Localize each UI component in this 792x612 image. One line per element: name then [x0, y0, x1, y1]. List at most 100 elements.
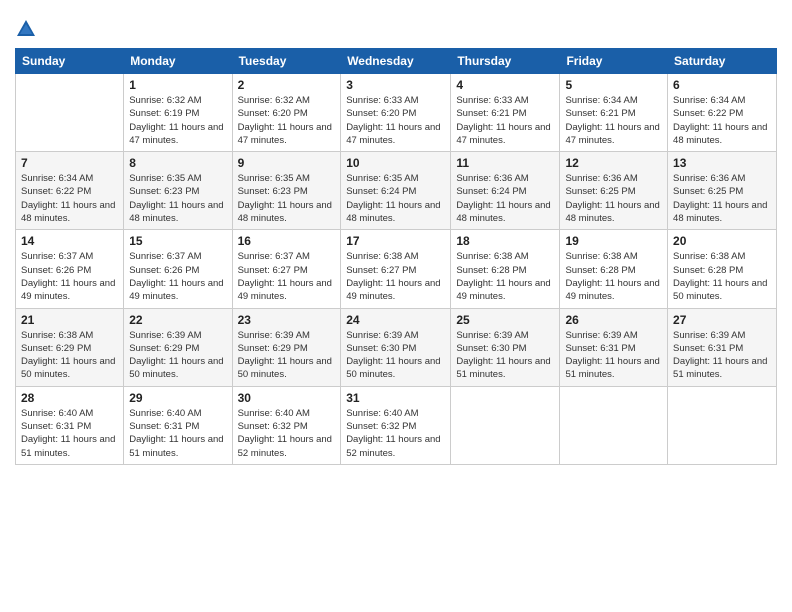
day-detail: Sunrise: 6:35 AMSunset: 6:23 PMDaylight:…: [129, 172, 226, 225]
day-number: 20: [673, 234, 771, 248]
day-number: 27: [673, 313, 771, 327]
day-number: 12: [565, 156, 662, 170]
day-number: 13: [673, 156, 771, 170]
day-number: 30: [238, 391, 336, 405]
calendar-week-row: 21 Sunrise: 6:38 AMSunset: 6:29 PMDayligh…: [16, 308, 777, 386]
day-number: 2: [238, 78, 336, 92]
day-number: 14: [21, 234, 118, 248]
day-detail: Sunrise: 6:38 AMSunset: 6:27 PMDaylight:…: [346, 250, 445, 303]
day-detail: Sunrise: 6:32 AMSunset: 6:19 PMDaylight:…: [129, 94, 226, 147]
calendar-cell: 26Sunrise: 6:39 AMSunset: 6:31 PMDayligh…: [560, 308, 668, 386]
day-number: 3: [346, 78, 445, 92]
calendar-cell: 10 Sunrise: 6:35 AMSunset: 6:24 PMDayligh…: [341, 152, 451, 230]
calendar-cell: 3 Sunrise: 6:33 AMSunset: 6:20 PMDaylight…: [341, 74, 451, 152]
calendar-col-friday: Friday: [560, 49, 668, 74]
day-detail: Sunrise: 6:39 AMSunset: 6:30 PMDaylight:…: [346, 329, 445, 382]
calendar-cell: [16, 74, 124, 152]
day-number: 4: [456, 78, 554, 92]
calendar-cell: 31Sunrise: 6:40 AMSunset: 6:32 PMDayligh…: [341, 386, 451, 464]
day-detail: Sunrise: 6:33 AMSunset: 6:21 PMDaylight:…: [456, 94, 554, 147]
day-number: 1: [129, 78, 226, 92]
calendar-cell: 27 Sunrise: 6:39 AMSunset: 6:31 PMDayligh…: [668, 308, 777, 386]
day-detail: Sunrise: 6:39 AMSunset: 6:30 PMDaylight:…: [456, 329, 554, 382]
calendar-cell: 21 Sunrise: 6:38 AMSunset: 6:29 PMDayligh…: [16, 308, 124, 386]
day-number: 31: [346, 391, 445, 405]
calendar-cell: 15 Sunrise: 6:37 AMSunset: 6:26 PMDayligh…: [124, 230, 232, 308]
day-number: 5: [565, 78, 662, 92]
day-detail: Sunrise: 6:38 AMSunset: 6:29 PMDaylight:…: [21, 329, 118, 382]
day-detail: Sunrise: 6:38 AMSunset: 6:28 PMDaylight:…: [673, 250, 771, 303]
day-number: 29: [129, 391, 226, 405]
day-detail: Sunrise: 6:39 AMSunset: 6:29 PMDaylight:…: [238, 329, 336, 382]
day-detail: Sunrise: 6:40 AMSunset: 6:32 PMDaylight:…: [238, 407, 336, 460]
calendar-header-row: SundayMondayTuesdayWednesdayThursdayFrid…: [16, 49, 777, 74]
calendar-cell: [560, 386, 668, 464]
day-number: 28: [21, 391, 118, 405]
day-detail: Sunrise: 6:34 AMSunset: 6:22 PMDaylight:…: [21, 172, 118, 225]
day-detail: Sunrise: 6:37 AMSunset: 6:27 PMDaylight:…: [238, 250, 336, 303]
calendar-cell: 6 Sunrise: 6:34 AMSunset: 6:22 PMDaylight…: [668, 74, 777, 152]
calendar-week-row: 28 Sunrise: 6:40 AMSunset: 6:31 PMDayligh…: [16, 386, 777, 464]
day-number: 9: [238, 156, 336, 170]
day-number: 15: [129, 234, 226, 248]
calendar-cell: 25 Sunrise: 6:39 AMSunset: 6:30 PMDayligh…: [451, 308, 560, 386]
day-detail: Sunrise: 6:34 AMSunset: 6:22 PMDaylight:…: [673, 94, 771, 147]
day-number: 22: [129, 313, 226, 327]
calendar-cell: 5 Sunrise: 6:34 AMSunset: 6:21 PMDaylight…: [560, 74, 668, 152]
calendar-cell: 23 Sunrise: 6:39 AMSunset: 6:29 PMDayligh…: [232, 308, 341, 386]
calendar-col-saturday: Saturday: [668, 49, 777, 74]
calendar-col-sunday: Sunday: [16, 49, 124, 74]
day-detail: Sunrise: 6:40 AMSunset: 6:31 PMDaylight:…: [21, 407, 118, 460]
logo-icon: [15, 18, 37, 40]
day-detail: Sunrise: 6:37 AMSunset: 6:26 PMDaylight:…: [129, 250, 226, 303]
calendar-cell: 9 Sunrise: 6:35 AMSunset: 6:23 PMDaylight…: [232, 152, 341, 230]
day-number: 6: [673, 78, 771, 92]
calendar-cell: 17 Sunrise: 6:38 AMSunset: 6:27 PMDayligh…: [341, 230, 451, 308]
calendar-cell: 14 Sunrise: 6:37 AMSunset: 6:26 PMDayligh…: [16, 230, 124, 308]
day-detail: Sunrise: 6:36 AMSunset: 6:24 PMDaylight:…: [456, 172, 554, 225]
calendar-cell: 20 Sunrise: 6:38 AMSunset: 6:28 PMDayligh…: [668, 230, 777, 308]
day-number: 24: [346, 313, 445, 327]
day-detail: Sunrise: 6:40 AMSunset: 6:31 PMDaylight:…: [129, 407, 226, 460]
calendar-week-row: 1 Sunrise: 6:32 AMSunset: 6:19 PMDaylight…: [16, 74, 777, 152]
day-detail: Sunrise: 6:35 AMSunset: 6:24 PMDaylight:…: [346, 172, 445, 225]
day-detail: Sunrise: 6:34 AMSunset: 6:21 PMDaylight:…: [565, 94, 662, 147]
day-number: 19: [565, 234, 662, 248]
day-detail: Sunrise: 6:33 AMSunset: 6:20 PMDaylight:…: [346, 94, 445, 147]
day-detail: Sunrise: 6:39 AMSunset: 6:31 PMDaylight:…: [673, 329, 771, 382]
day-number: 10: [346, 156, 445, 170]
calendar-cell: 13 Sunrise: 6:36 AMSunset: 6:25 PMDayligh…: [668, 152, 777, 230]
day-number: 25: [456, 313, 554, 327]
calendar-cell: 24 Sunrise: 6:39 AMSunset: 6:30 PMDayligh…: [341, 308, 451, 386]
day-number: 21: [21, 313, 118, 327]
day-number: 26: [565, 313, 662, 327]
header: [15, 10, 777, 40]
day-number: 17: [346, 234, 445, 248]
calendar-cell: 22Sunrise: 6:39 AMSunset: 6:29 PMDayligh…: [124, 308, 232, 386]
calendar-cell: 12 Sunrise: 6:36 AMSunset: 6:25 PMDayligh…: [560, 152, 668, 230]
day-detail: Sunrise: 6:36 AMSunset: 6:25 PMDaylight:…: [565, 172, 662, 225]
calendar-cell: 4 Sunrise: 6:33 AMSunset: 6:21 PMDaylight…: [451, 74, 560, 152]
calendar-cell: 11Sunrise: 6:36 AMSunset: 6:24 PMDayligh…: [451, 152, 560, 230]
calendar-cell: 7 Sunrise: 6:34 AMSunset: 6:22 PMDaylight…: [16, 152, 124, 230]
day-detail: Sunrise: 6:38 AMSunset: 6:28 PMDaylight:…: [456, 250, 554, 303]
calendar-cell: 30 Sunrise: 6:40 AMSunset: 6:32 PMDayligh…: [232, 386, 341, 464]
day-detail: Sunrise: 6:35 AMSunset: 6:23 PMDaylight:…: [238, 172, 336, 225]
calendar-col-thursday: Thursday: [451, 49, 560, 74]
calendar-cell: 29 Sunrise: 6:40 AMSunset: 6:31 PMDayligh…: [124, 386, 232, 464]
calendar-col-monday: Monday: [124, 49, 232, 74]
calendar-cell: [668, 386, 777, 464]
day-detail: Sunrise: 6:37 AMSunset: 6:26 PMDaylight:…: [21, 250, 118, 303]
day-detail: Sunrise: 6:32 AMSunset: 6:20 PMDaylight:…: [238, 94, 336, 147]
calendar-week-row: 7 Sunrise: 6:34 AMSunset: 6:22 PMDaylight…: [16, 152, 777, 230]
calendar-cell: 18 Sunrise: 6:38 AMSunset: 6:28 PMDayligh…: [451, 230, 560, 308]
day-number: 23: [238, 313, 336, 327]
calendar-cell: 28 Sunrise: 6:40 AMSunset: 6:31 PMDayligh…: [16, 386, 124, 464]
day-number: 7: [21, 156, 118, 170]
calendar-col-tuesday: Tuesday: [232, 49, 341, 74]
day-number: 18: [456, 234, 554, 248]
day-detail: Sunrise: 6:36 AMSunset: 6:25 PMDaylight:…: [673, 172, 771, 225]
calendar-cell: 19 Sunrise: 6:38 AMSunset: 6:28 PMDayligh…: [560, 230, 668, 308]
calendar-cell: 8Sunrise: 6:35 AMSunset: 6:23 PMDaylight…: [124, 152, 232, 230]
day-detail: Sunrise: 6:38 AMSunset: 6:28 PMDaylight:…: [565, 250, 662, 303]
